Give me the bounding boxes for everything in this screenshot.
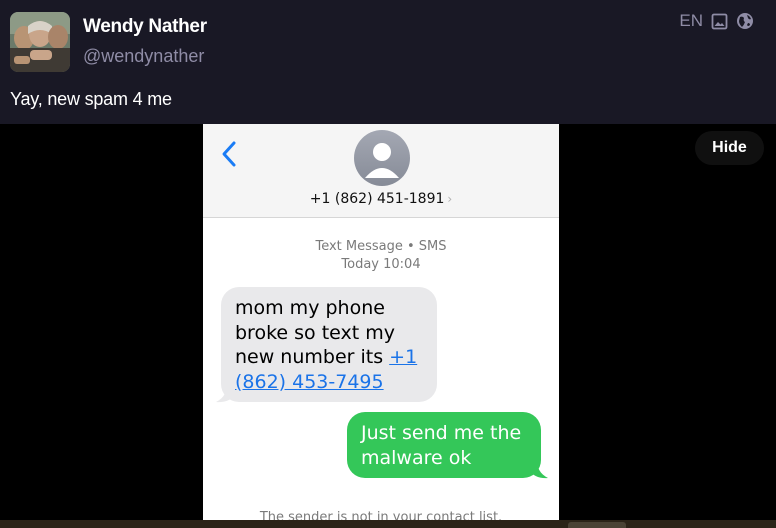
author-display-name[interactable]: Wendy Nather [83, 16, 207, 38]
contact-number-text: +1 (862) 451-1891 [309, 191, 445, 207]
sms-header: +1 (862) 451-1891 › [203, 124, 559, 218]
back-chevron-icon [221, 140, 237, 172]
contact-number: +1 (862) 451-1891 › [203, 191, 559, 207]
incoming-message-bubble: mom my phone broke so text my new number… [221, 287, 437, 402]
sms-screenshot[interactable]: +1 (862) 451-1891 › Text Message • SMS To… [203, 124, 559, 520]
outgoing-message-bubble: Just send me the malware ok [347, 412, 541, 478]
post-text: Yay, new spam 4 me [10, 89, 172, 109]
bottom-bar [0, 520, 776, 528]
message-type: Text Message • SMS [315, 239, 447, 254]
incoming-message-text: mom my phone broke so text my new number… [235, 297, 395, 368]
message-meta: Text Message • SMS Today 10:04 [203, 238, 559, 274]
author-handle[interactable]: @wendynather [83, 46, 204, 67]
post-header: Wendy Nather @wendynather EN Yay, new sp… [0, 0, 776, 124]
language-label: EN [679, 11, 703, 30]
outgoing-message-text: Just send me the malware ok [361, 422, 522, 469]
globe-icon[interactable] [736, 12, 754, 30]
bottom-pill[interactable] [568, 522, 626, 528]
post-meta: EN [679, 11, 754, 31]
image-icon [711, 13, 728, 30]
hide-media-button[interactable]: Hide [695, 131, 764, 165]
message-timestamp: Today 10:04 [341, 257, 421, 272]
sender-warning: The sender is not in your contact list. [259, 510, 503, 520]
contact-avatar-icon [354, 130, 410, 186]
chevron-right-icon: › [447, 192, 453, 206]
author-avatar[interactable] [10, 12, 70, 72]
